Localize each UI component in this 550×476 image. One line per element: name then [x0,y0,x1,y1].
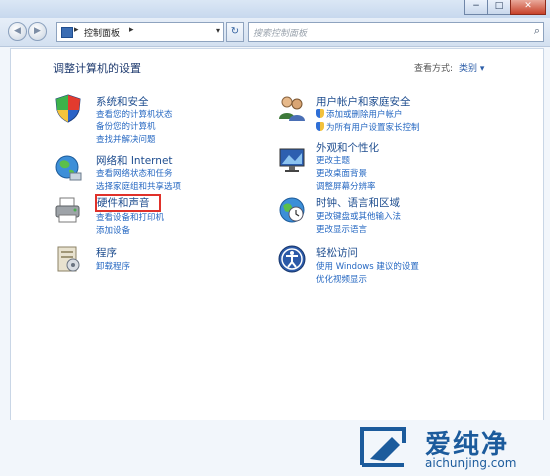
search-input[interactable]: 搜索控制面板 ⌕ [248,22,544,42]
watermark-url: aichunjing.com [425,456,517,470]
search-placeholder: 搜索控制面板 [253,29,308,39]
breadcrumb-control-panel[interactable]: 控制面板 [84,26,120,39]
link-adjust-resolution[interactable]: 调整屏幕分辨率 [316,180,376,192]
link-backup-computer[interactable]: 备份您的计算机 [96,120,156,132]
link-windows-suggested-settings[interactable]: 使用 Windows 建议的设置 [316,260,419,272]
link-add-device[interactable]: 添加设备 [96,224,130,236]
ease-of-access-icon[interactable] [277,244,307,274]
link-optimize-visual-display[interactable]: 优化视频显示 [316,273,367,285]
back-button[interactable]: ◀ [8,22,27,41]
category-appearance-personalization[interactable]: 外观和个性化 [316,140,379,155]
category-hardware-sound[interactable]: 硬件和声音 [97,195,150,210]
minimize-button[interactable]: − [464,0,488,15]
search-icon[interactable]: ⌕ [534,24,540,38]
shield-icon[interactable] [53,93,83,123]
control-panel-window: − □ ✕ ◀ ▶ ▸ 控制面板 ▸ ▾ ↻ 搜索控制面板 ⌕ 调整计算机的设置… [0,0,550,476]
category-clock-language-region[interactable]: 时钟、语言和区域 [316,195,400,210]
view-by-dropdown[interactable]: 类别 ▾ [459,61,484,74]
page-title: 调整计算机的设置 [53,62,141,75]
uac-shield-icon [316,109,324,118]
network-globe-icon[interactable] [53,153,83,183]
link-change-display-language[interactable]: 更改显示语言 [316,223,367,235]
link-change-input-method[interactable]: 更改键盘或其他输入法 [316,210,401,222]
breadcrumb-arrow-icon[interactable]: ▸ [74,25,79,35]
link-change-desktop-background[interactable]: 更改桌面背景 [316,167,367,179]
control-panel-icon [61,27,73,38]
link-devices-printers[interactable]: 查看设备和打印机 [96,211,164,223]
control-panel-content: 调整计算机的设置 查看方式: 类别 ▾ 系统和安全 查看您的计算机状态 备份您的… [10,48,544,422]
link-find-fix-problems[interactable]: 查找并解决问题 [96,133,156,145]
address-dropdown-icon[interactable]: ▾ [216,26,220,35]
link-add-remove-accounts[interactable]: 添加或删除用户帐户 [316,108,403,120]
link-parental-controls[interactable]: 为所有用户设置家长控制 [316,121,420,133]
view-by-label: 查看方式: [414,64,454,74]
link-network-status-tasks[interactable]: 查看网络状态和任务 [96,167,173,179]
close-button[interactable]: ✕ [510,0,546,15]
programs-icon[interactable] [53,244,83,274]
users-icon[interactable] [277,93,307,123]
category-system-security[interactable]: 系统和安全 [96,94,149,109]
address-bar[interactable]: ▸ 控制面板 ▸ ▾ [56,22,224,42]
link-change-theme[interactable]: 更改主题 [316,154,350,166]
navigation-bar: ◀ ▶ ▸ 控制面板 ▸ ▾ ↻ 搜索控制面板 ⌕ [0,18,550,47]
watermark-logo-icon [360,427,406,467]
maximize-button[interactable]: □ [487,0,511,15]
category-network-internet[interactable]: 网络和 Internet [96,153,173,168]
link-label: 为所有用户设置家长控制 [326,123,420,133]
breadcrumb-arrow-icon[interactable]: ▸ [129,25,134,35]
category-programs[interactable]: 程序 [96,245,117,260]
title-bar: − □ ✕ [0,0,550,18]
link-uninstall-program[interactable]: 卸载程序 [96,260,130,272]
refresh-button[interactable]: ↻ [226,22,244,42]
category-ease-of-access[interactable]: 轻松访问 [316,245,358,260]
clock-globe-icon[interactable] [277,195,307,225]
monitor-icon[interactable] [277,145,307,175]
link-label: 添加或删除用户帐户 [326,110,403,120]
uac-shield-icon [316,122,324,131]
category-user-accounts[interactable]: 用户帐户和家庭安全 [316,94,411,109]
forward-button[interactable]: ▶ [28,22,47,41]
link-homegroup-sharing[interactable]: 选择家庭组和共享选项 [96,180,181,192]
printer-icon[interactable] [53,195,83,225]
link-view-computer-status[interactable]: 查看您的计算机状态 [96,108,173,120]
